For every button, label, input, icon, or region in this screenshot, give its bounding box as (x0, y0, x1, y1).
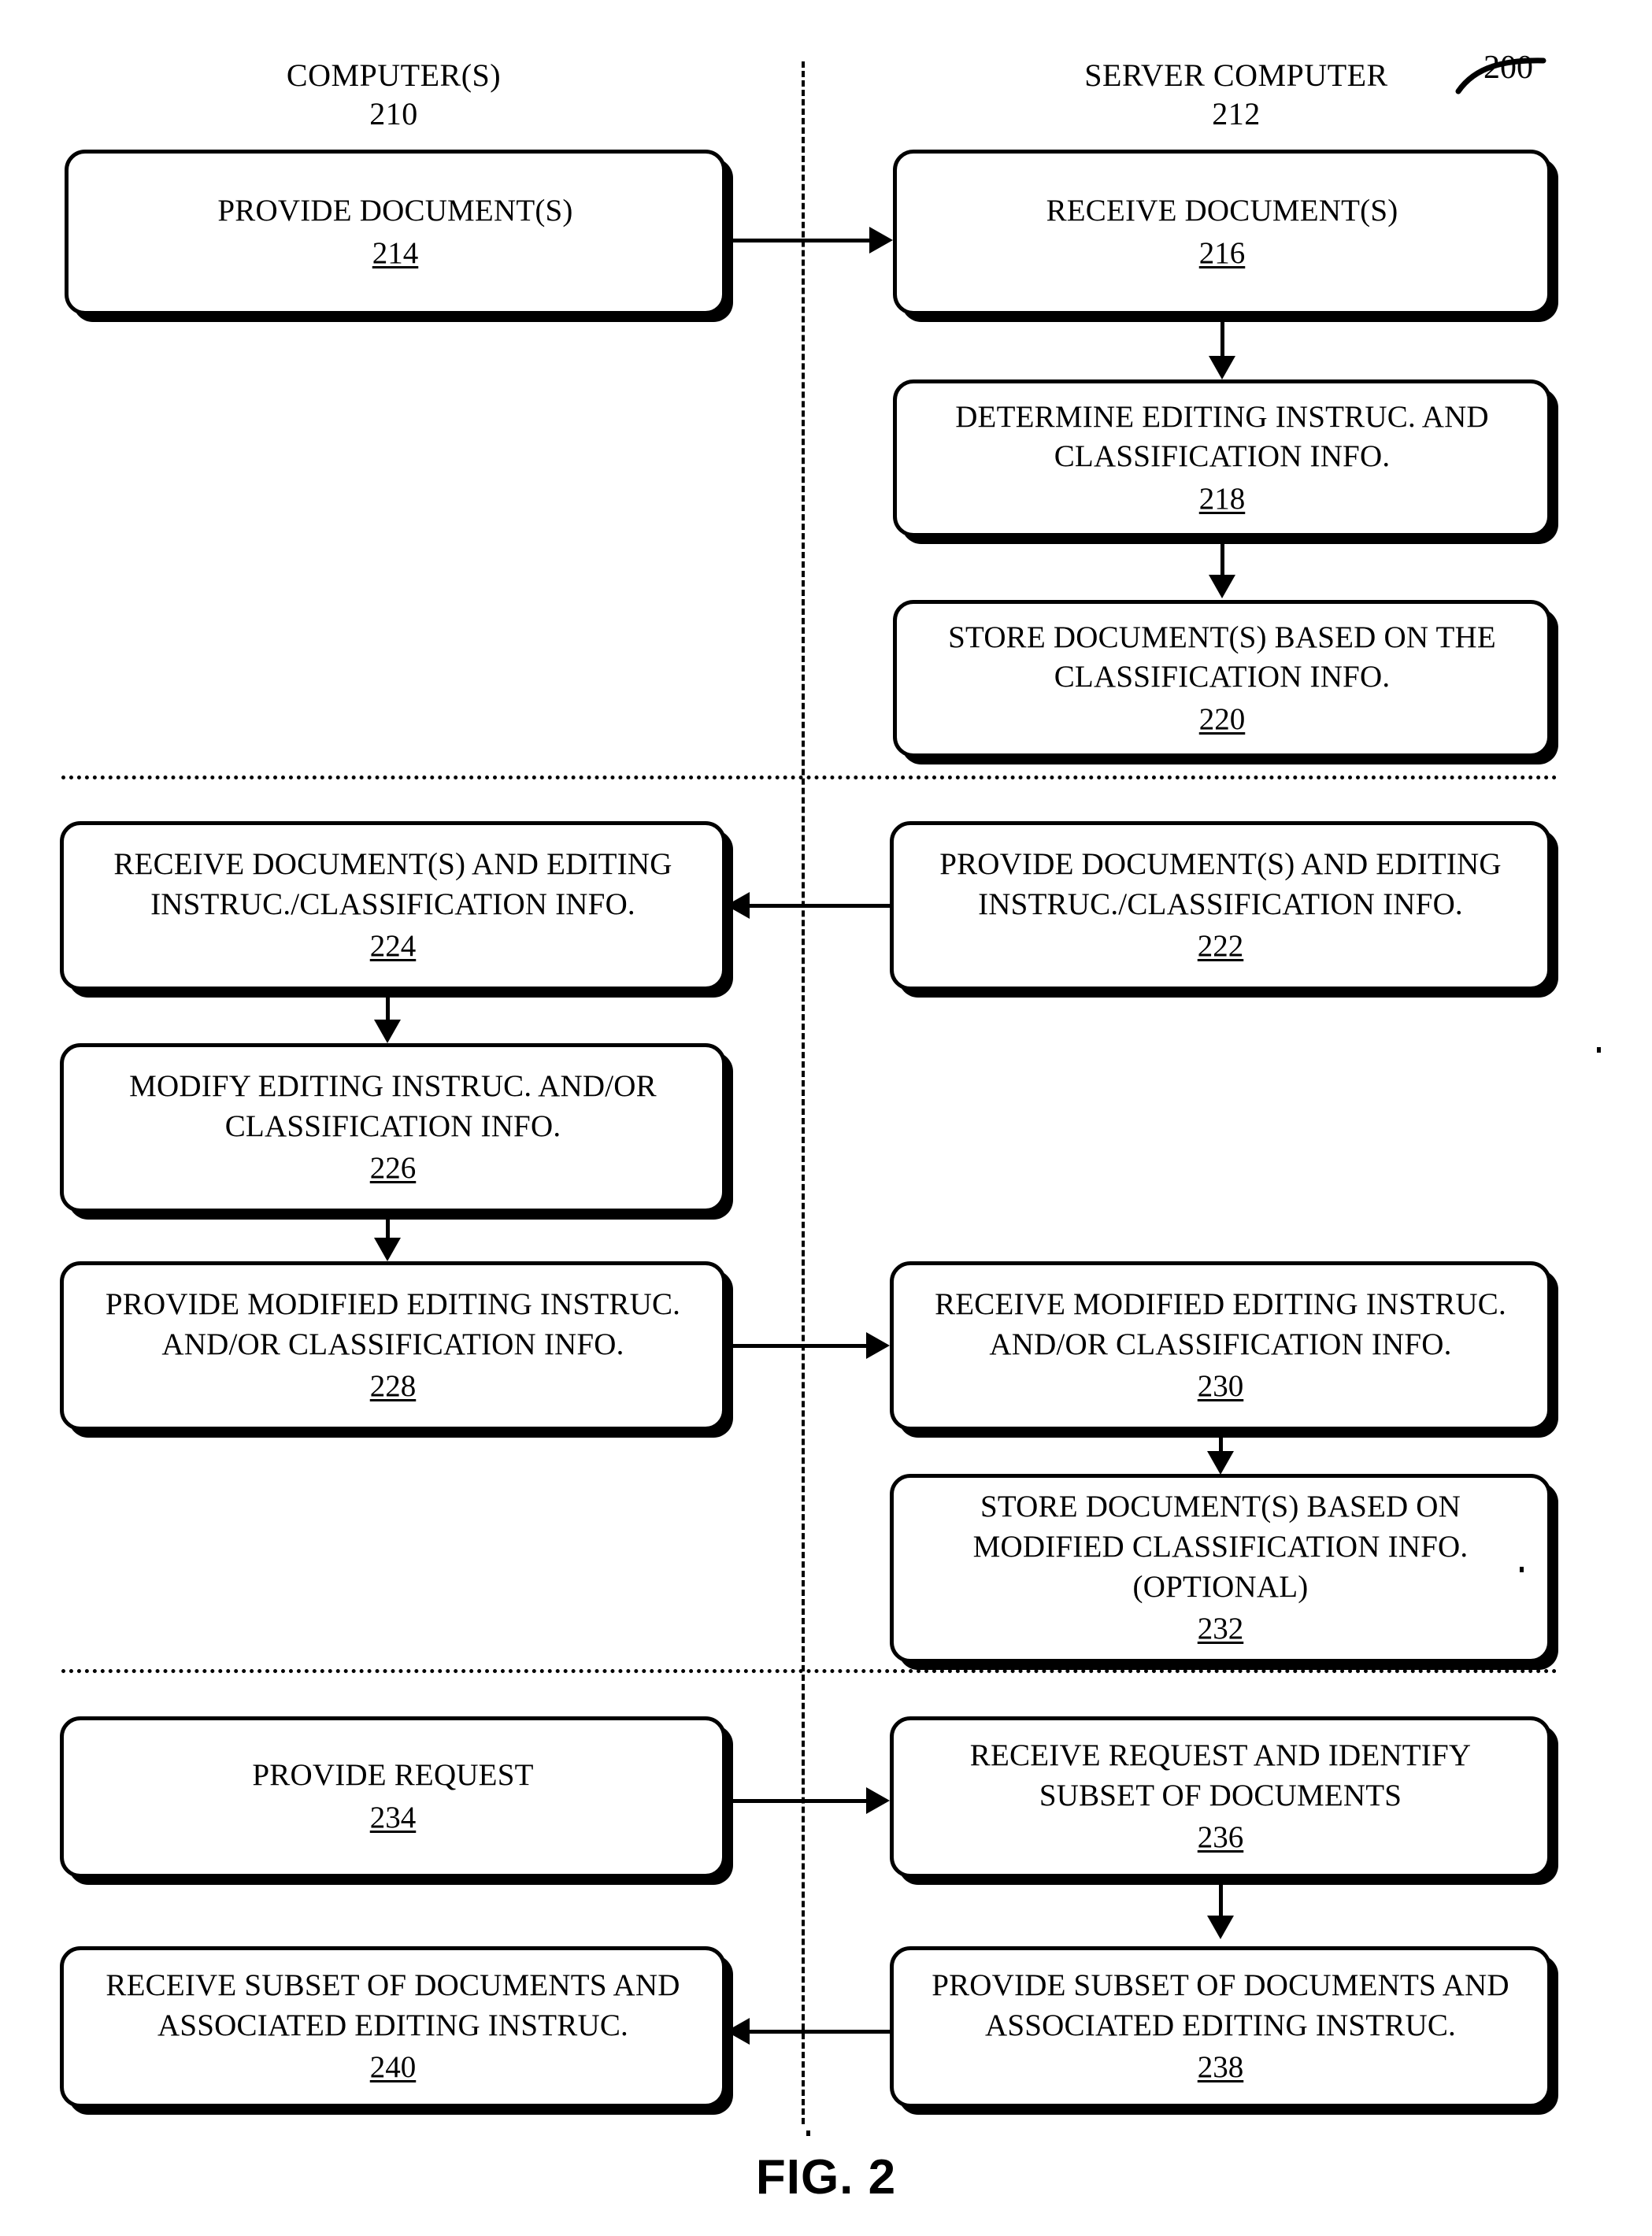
process-node-236-ref: 236 (1197, 1820, 1244, 1855)
process-node-240-ref: 240 (369, 2050, 417, 2085)
connector-234-to-236 (726, 1799, 868, 1803)
scan-speck (1597, 1047, 1601, 1053)
arrowhead-234-to-236-icon (866, 1787, 890, 1814)
process-node-236-line-2: SUBSET OF DOCUMENTS (1039, 1778, 1402, 1812)
process-node-232-ref: 232 (1197, 1612, 1244, 1646)
process-node-222-ref: 222 (1197, 929, 1244, 964)
process-node-236[interactable]: RECEIVE REQUEST AND IDENTIFY SUBSET OF D… (890, 1716, 1551, 1878)
process-node-216-ref: 216 (1198, 235, 1246, 270)
process-node-214-line-1: PROVIDE DOCUMENT(S) (217, 193, 573, 228)
arrowhead-230-to-232-icon (1207, 1451, 1234, 1475)
scan-speck (806, 2130, 810, 2136)
arrowhead-224-to-226-icon (374, 1020, 401, 1043)
process-node-232-line-3: (OPTIONAL) (1132, 1569, 1309, 1604)
process-node-240[interactable]: RECEIVE SUBSET OF DOCUMENTS AND ASSOCIAT… (60, 1946, 726, 2108)
process-node-218-line-1: DETERMINE EDITING INSTRUC. AND (955, 399, 1489, 434)
process-node-226-line-2: CLASSIFICATION INFO. (224, 1109, 561, 1143)
process-node-240-line-2: ASSOCIATED EDITING INSTRUC. (157, 2008, 628, 2042)
process-node-218-ref: 218 (1198, 481, 1246, 516)
phase-separator-top (61, 776, 1558, 779)
arrowhead-222-to-224-icon (726, 892, 750, 919)
phase-separator-bottom (61, 1669, 1558, 1673)
process-node-240-line-1: RECEIVE SUBSET OF DOCUMENTS AND (106, 1968, 680, 2003)
process-node-226-ref: 226 (369, 1151, 417, 1186)
connector-216-to-218 (1220, 315, 1224, 359)
process-node-230-ref: 230 (1197, 1369, 1244, 1404)
connector-218-to-220 (1220, 537, 1224, 578)
process-node-228[interactable]: PROVIDE MODIFIED EDITING INSTRUC. AND/OR… (60, 1261, 726, 1431)
process-node-214-ref: 214 (372, 235, 419, 270)
connector-224-to-226 (386, 990, 390, 1024)
arrowhead-228-to-230-icon (866, 1332, 890, 1359)
column-header-server: SERVER COMPUTER 212 (1024, 57, 1449, 134)
process-node-232[interactable]: STORE DOCUMENT(S) BASED ON MODIFIED CLAS… (890, 1474, 1551, 1663)
process-node-238-ref: 238 (1197, 2050, 1244, 2085)
process-node-218[interactable]: DETERMINE EDITING INSTRUC. AND CLASSIFIC… (893, 379, 1551, 537)
process-node-216-line-1: RECEIVE DOCUMENT(S) (1046, 193, 1398, 228)
process-node-222-line-2: INSTRUC./CLASSIFICATION INFO. (978, 887, 1463, 921)
process-node-234[interactable]: PROVIDE REQUEST 234 (60, 1716, 726, 1878)
process-node-222-line-1: PROVIDE DOCUMENT(S) AND EDITING (939, 847, 1502, 882)
process-node-220-ref: 220 (1198, 702, 1246, 736)
connector-222-to-224 (750, 904, 893, 908)
figure-caption: FIG. 2 (755, 2150, 897, 2205)
process-node-234-line-1: PROVIDE REQUEST (252, 1758, 534, 1793)
arrowhead-238-to-240-icon (726, 2018, 750, 2045)
process-node-230-line-2: AND/OR CLASSIFICATION INFO. (989, 1327, 1452, 1361)
column-header-computers: COMPUTER(S) 210 (213, 57, 575, 134)
process-node-238-line-1: PROVIDE SUBSET OF DOCUMENTS AND (932, 1968, 1509, 2003)
process-node-222[interactable]: PROVIDE DOCUMENT(S) AND EDITING INSTRUC.… (890, 821, 1551, 990)
process-node-230-line-1: RECEIVE MODIFIED EDITING INSTRUC. (935, 1287, 1506, 1322)
process-node-226[interactable]: MODIFY EDITING INSTRUC. AND/OR CLASSIFIC… (60, 1043, 726, 1212)
process-node-226-line-1: MODIFY EDITING INSTRUC. AND/OR (129, 1069, 657, 1104)
patent-figure: COMPUTER(S) 210 SERVER COMPUTER 212 200 … (0, 0, 1652, 2236)
arrowhead-226-to-228-icon (374, 1238, 401, 1261)
column-header-computers-number: 210 (369, 95, 418, 131)
process-node-220-line-1: STORE DOCUMENT(S) BASED ON THE (948, 620, 1496, 654)
reference-numeral-200: 200 (1483, 50, 1533, 86)
process-node-224-ref: 224 (369, 929, 417, 964)
process-node-228-ref: 228 (369, 1369, 417, 1404)
connector-236-to-238 (1219, 1878, 1223, 1919)
process-node-232-line-2: MODIFIED CLASSIFICATION INFO. (972, 1529, 1469, 1564)
column-header-server-title: SERVER COMPUTER (1084, 57, 1388, 93)
process-node-216[interactable]: RECEIVE DOCUMENT(S) 216 (893, 150, 1551, 315)
process-node-220-line-2: CLASSIFICATION INFO. (1054, 660, 1391, 694)
process-node-224-line-2: INSTRUC./CLASSIFICATION INFO. (150, 887, 635, 921)
process-node-218-line-2: CLASSIFICATION INFO. (1054, 439, 1391, 474)
arrowhead-236-to-238-icon (1207, 1916, 1234, 1939)
column-header-computers-title: COMPUTER(S) (286, 57, 502, 93)
process-node-238[interactable]: PROVIDE SUBSET OF DOCUMENTS AND ASSOCIAT… (890, 1946, 1551, 2108)
process-node-224[interactable]: RECEIVE DOCUMENT(S) AND EDITING INSTRUC.… (60, 821, 726, 990)
arrowhead-218-to-220-icon (1209, 575, 1235, 598)
arrowhead-214-to-216-icon (869, 227, 893, 254)
process-node-214[interactable]: PROVIDE DOCUMENT(S) 214 (65, 150, 726, 315)
process-node-234-ref: 234 (369, 1801, 417, 1835)
connector-238-to-240 (750, 2030, 893, 2034)
process-node-236-line-1: RECEIVE REQUEST AND IDENTIFY (969, 1738, 1472, 1773)
swimlane-divider (802, 61, 805, 2124)
process-node-238-line-2: ASSOCIATED EDITING INSTRUC. (985, 2008, 1456, 2042)
arrowhead-216-to-218-icon (1209, 356, 1235, 379)
scan-speck (1520, 1567, 1524, 1572)
process-node-224-line-1: RECEIVE DOCUMENT(S) AND EDITING (113, 847, 672, 882)
connector-228-to-230 (726, 1344, 868, 1348)
connector-214-to-216 (726, 239, 871, 242)
process-node-230[interactable]: RECEIVE MODIFIED EDITING INSTRUC. AND/OR… (890, 1261, 1551, 1431)
process-node-228-line-1: PROVIDE MODIFIED EDITING INSTRUC. (105, 1287, 681, 1322)
process-node-232-line-1: STORE DOCUMENT(S) BASED ON (980, 1490, 1461, 1524)
column-header-server-number: 212 (1212, 95, 1261, 131)
process-node-220[interactable]: STORE DOCUMENT(S) BASED ON THE CLASSIFIC… (893, 600, 1551, 757)
process-node-228-line-2: AND/OR CLASSIFICATION INFO. (161, 1327, 624, 1361)
